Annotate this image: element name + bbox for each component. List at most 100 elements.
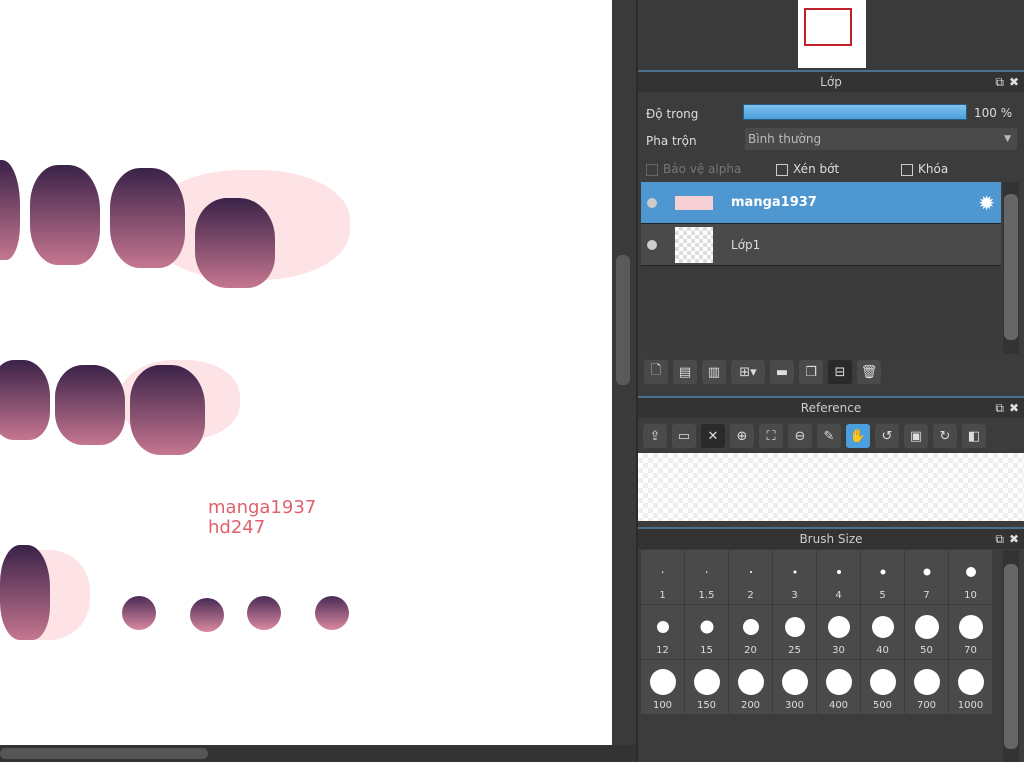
close-icon[interactable]: ✖: [1009, 72, 1019, 92]
brush-size-cell[interactable]: 500: [861, 660, 904, 714]
gear-icon[interactable]: ✹: [978, 191, 995, 215]
close-icon[interactable]: ✖: [1009, 398, 1019, 418]
brush-size-label: 2: [747, 590, 754, 601]
duplicate-layer-icon[interactable]: ❐: [799, 360, 823, 384]
undock-icon[interactable]: ⧉: [995, 398, 1004, 418]
brush-size-label: 4: [835, 590, 842, 601]
brush-size-cell[interactable]: 150: [685, 660, 728, 714]
brush-size-cell[interactable]: 40: [861, 605, 904, 659]
opacity-label: Độ trong: [646, 106, 699, 121]
protect-alpha-checkbox[interactable]: Bảo vệ alpha: [646, 162, 776, 176]
brush-size-label: 20: [744, 645, 757, 656]
panel-title: Reference: [800, 401, 862, 415]
new-layer-icon[interactable]: 🗋: [644, 360, 668, 384]
fit-screen-icon[interactable]: ▣: [904, 424, 928, 448]
drawing-canvas[interactable]: manga1937 hd247: [0, 0, 612, 745]
canvas-vertical-scrollbar[interactable]: [612, 0, 636, 745]
navigator-thumbnail[interactable]: [798, 0, 866, 68]
brush-size-cell[interactable]: 50: [905, 605, 948, 659]
brush-size-label: 100: [652, 700, 673, 711]
brush-size-cell[interactable]: 7: [905, 550, 948, 604]
brush-size-cell[interactable]: 5: [861, 550, 904, 604]
brush-size-scrollbar[interactable]: [1003, 550, 1019, 762]
brush-size-grid: 1 1.5 2 3 4 5 7 10 12 15 20 25 30 40 50 70 100 150 200 300 4…: [641, 550, 992, 714]
brush-dot-icon: [693, 669, 720, 695]
brush-size-panel-header: Brush Size ⧉ ✖: [638, 527, 1024, 549]
brush-size-label: 12: [656, 645, 669, 656]
zoom-in-icon[interactable]: ⊕: [730, 424, 754, 448]
flip-icon[interactable]: ◧: [962, 424, 986, 448]
brush-size-label: 500: [872, 700, 893, 711]
brush-dot-icon: [825, 669, 852, 695]
layer-thumbnail: [675, 195, 713, 210]
brush-size-cell[interactable]: 300: [773, 660, 816, 714]
close-icon[interactable]: ✖: [1009, 529, 1019, 549]
brush-size-cell[interactable]: 20: [729, 605, 772, 659]
brush-dot-icon: [737, 669, 764, 695]
open-folder-icon[interactable]: ▭: [672, 424, 696, 448]
canvas-horizontal-scrollbar[interactable]: [0, 745, 636, 762]
layer-list-scrollbar[interactable]: [1003, 182, 1019, 354]
layers-panel-header: Lớp ⧉ ✖: [638, 70, 1024, 92]
brush-dot-icon: [913, 669, 940, 695]
reference-panel-header: Reference ⧉ ✖: [638, 396, 1024, 418]
blend-label: Pha trộn: [646, 133, 697, 148]
brush-size-cell[interactable]: 25: [773, 605, 816, 659]
layer-row[interactable]: manga1937 ✹: [641, 182, 1001, 224]
add-layer-dropdown-icon[interactable]: ⊞▾: [731, 360, 765, 384]
undock-icon[interactable]: ⧉: [995, 529, 1004, 549]
lock-checkbox[interactable]: Khóa: [901, 162, 948, 176]
brush-size-label: 70: [964, 645, 977, 656]
upload-icon[interactable]: ⇪: [643, 424, 667, 448]
delete-layer-icon[interactable]: 🗑: [857, 360, 881, 384]
brush-size-cell[interactable]: 12: [641, 605, 684, 659]
brush-size-cell[interactable]: 2: [729, 550, 772, 604]
brush-size-cell[interactable]: 70: [949, 605, 992, 659]
brush-size-cell[interactable]: 400: [817, 660, 860, 714]
chevron-down-icon: ▼: [1004, 134, 1011, 144]
brush-size-cell[interactable]: 10: [949, 550, 992, 604]
new-layer-1bit-icon[interactable]: ▥: [702, 360, 726, 384]
scroll-thumb[interactable]: [0, 748, 208, 759]
opacity-slider[interactable]: [743, 104, 967, 120]
brush-dot-icon: [649, 669, 676, 695]
brush-size-cell[interactable]: 1: [641, 550, 684, 604]
eyedropper-icon[interactable]: ✎: [817, 424, 841, 448]
brush-dot-icon: [656, 621, 669, 633]
brush-size-cell[interactable]: 100: [641, 660, 684, 714]
hand-icon[interactable]: ✋: [846, 424, 870, 448]
right-panel: Lớp ⧉ ✖ Độ trong 100 % Pha trộn Bình thườn…: [638, 0, 1024, 762]
canvas-watermark: manga1937 hd247: [208, 498, 316, 538]
brush-dot-icon: [923, 568, 930, 576]
brush-dot-icon: [958, 615, 983, 639]
brush-size-cell[interactable]: 4: [817, 550, 860, 604]
fit-icon[interactable]: ⛶: [759, 424, 783, 448]
folder-icon[interactable]: ▬: [770, 360, 794, 384]
reference-image-area[interactable]: [638, 453, 1024, 521]
zoom-out-icon[interactable]: ⊖: [788, 424, 812, 448]
visibility-icon[interactable]: [647, 239, 657, 250]
layer-toolbar: 🗋 ▤ ▥ ⊞▾ ▬ ❐ ⊟ 🗑: [638, 356, 887, 388]
rotate-right-icon[interactable]: ↻: [933, 424, 957, 448]
brush-size-cell[interactable]: 3: [773, 550, 816, 604]
brush-dot-icon: [661, 571, 664, 573]
brush-size-cell[interactable]: 1000: [949, 660, 992, 714]
brush-size-cell[interactable]: 200: [729, 660, 772, 714]
new-layer-8bit-icon[interactable]: ▤: [673, 360, 697, 384]
brush-size-cell[interactable]: 15: [685, 605, 728, 659]
visibility-icon[interactable]: [647, 197, 657, 208]
blend-mode-select[interactable]: Bình thường ▼: [745, 128, 1017, 150]
close-reference-icon[interactable]: ✕: [701, 424, 725, 448]
brush-size-cell[interactable]: 1.5: [685, 550, 728, 604]
scroll-thumb[interactable]: [616, 255, 630, 385]
layer-row[interactable]: Lớp1: [641, 224, 1001, 266]
clip-checkbox[interactable]: Xén bớt: [776, 162, 901, 176]
merge-layer-icon[interactable]: ⊟: [828, 360, 852, 384]
brush-size-label: 150: [696, 700, 717, 711]
brush-size-cell[interactable]: 30: [817, 605, 860, 659]
undock-icon[interactable]: ⧉: [995, 72, 1004, 92]
rotate-left-icon[interactable]: ↺: [875, 424, 899, 448]
brush-size-cell[interactable]: 700: [905, 660, 948, 714]
brush-size-label: 1000: [957, 700, 984, 711]
panel-title: Brush Size: [799, 532, 863, 546]
